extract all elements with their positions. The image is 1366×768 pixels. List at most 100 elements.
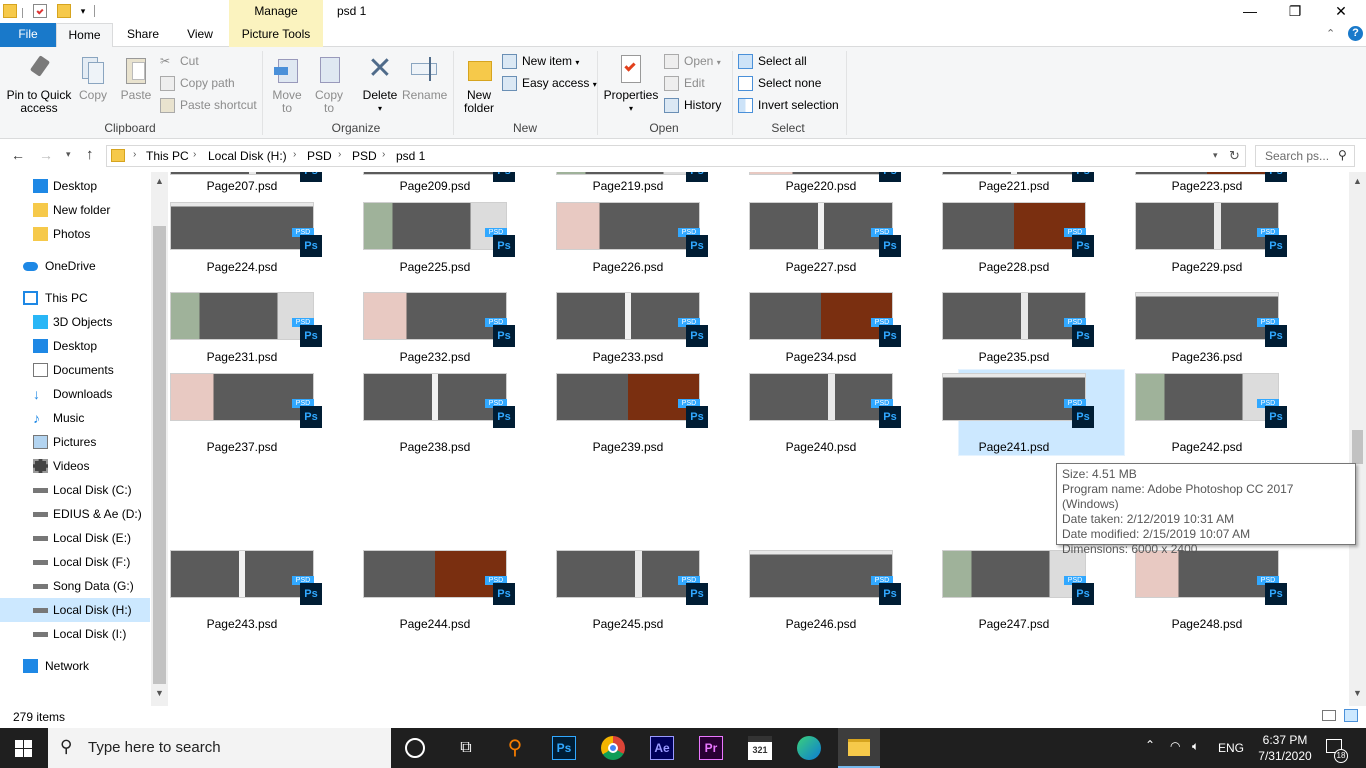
breadcrumb-separator[interactable]: › — [293, 149, 296, 160]
file-item[interactable]: PSD Ps Page243.psd — [168, 172, 322, 631]
scroll-down-icon[interactable]: ▼ — [1353, 688, 1362, 698]
properties-dropdown-icon[interactable]: ▾ — [602, 102, 660, 115]
volume-icon[interactable]: 🔈︎ — [1192, 739, 1199, 754]
details-view-icon[interactable] — [1322, 710, 1336, 721]
easy-access-button[interactable]: Easy access ▾ — [502, 75, 597, 93]
copy-path-button[interactable]: Copy path — [160, 75, 235, 93]
scroll-up-icon[interactable]: ▲ — [1353, 176, 1362, 186]
cortana-icon[interactable] — [405, 738, 425, 758]
copy-button[interactable]: Copy — [76, 53, 110, 102]
minimize-button[interactable]: — — [1227, 0, 1273, 24]
nav-item-3d-objects[interactable]: 3D Objects — [0, 310, 150, 334]
nav-scrollbar[interactable]: ▲ ▼ — [151, 172, 168, 706]
tab-share[interactable]: Share — [118, 23, 168, 47]
nav-item-drive-h-selected[interactable]: Local Disk (H:) — [0, 598, 150, 622]
rename-button[interactable]: Rename — [402, 53, 447, 102]
taskbar-search-input[interactable]: ⚲ Type here to search — [48, 728, 391, 768]
invert-selection-button[interactable]: Invert selection — [738, 97, 839, 115]
nav-item-videos[interactable]: Videos — [0, 454, 150, 478]
address-dropdown-icon[interactable]: ▾ — [1213, 150, 1218, 161]
wifi-icon[interactable]: ◠ — [1170, 739, 1180, 753]
select-none-button[interactable]: Select none — [738, 75, 821, 93]
file-item[interactable]: PSD Ps Page248.psd — [1127, 172, 1287, 631]
tab-view[interactable]: View — [174, 23, 226, 47]
breadcrumb-psd-2[interactable]: PSD — [352, 149, 377, 163]
file-item[interactable]: PSD Ps Page244.psd — [355, 172, 515, 631]
up-arrow-icon[interactable]: ↑ — [86, 146, 94, 163]
photoshop-icon[interactable]: Ps — [552, 736, 576, 760]
scroll-up-icon[interactable]: ▲ — [155, 176, 164, 186]
edit-button[interactable]: Edit — [664, 75, 705, 93]
show-hidden-icons-icon[interactable]: ⌃ — [1145, 738, 1155, 752]
breadcrumb-local-disk-h[interactable]: Local Disk (H:) — [208, 149, 287, 163]
customize-dropdown-icon[interactable]: ▾ — [76, 4, 90, 18]
open-button[interactable]: Open ▾ — [664, 53, 721, 71]
nav-item-photos[interactable]: Photos — [0, 222, 150, 246]
paste-shortcut-button[interactable]: Paste shortcut — [160, 97, 257, 115]
nav-item-drive-i[interactable]: Local Disk (I:) — [0, 622, 150, 646]
new-folder-quick-icon[interactable] — [57, 4, 71, 18]
help-icon[interactable]: ? — [1348, 26, 1363, 41]
breadcrumb-separator[interactable]: › — [338, 149, 341, 160]
premiere-icon[interactable]: Pr — [699, 736, 723, 760]
breadcrumb-separator[interactable]: › — [193, 149, 196, 160]
new-item-button[interactable]: New item ▾ — [502, 53, 579, 71]
tab-home[interactable]: Home — [56, 23, 113, 48]
nav-item-this-pc[interactable]: This PC — [0, 286, 150, 310]
breadcrumb-this-pc[interactable]: This PC — [146, 149, 189, 163]
delete-dropdown-icon[interactable]: ▾ — [358, 102, 402, 115]
history-button[interactable]: History — [664, 97, 721, 115]
large-icons-view-icon[interactable] — [1344, 709, 1358, 722]
nav-item-new-folder[interactable]: New folder — [0, 198, 150, 222]
file-item[interactable]: PSD Ps Page245.psd — [548, 172, 708, 631]
recent-locations-icon[interactable]: ▾ — [66, 149, 71, 160]
nav-item-pictures[interactable]: Pictures — [0, 430, 150, 454]
nav-item-drive-g[interactable]: Song Data (G:) — [0, 574, 150, 598]
select-all-button[interactable]: Select all — [738, 53, 807, 71]
search-app-icon[interactable]: ⚲ — [503, 736, 527, 760]
nav-item-music[interactable]: ♪ Music — [0, 406, 150, 430]
breadcrumb-psd-1[interactable]: psd 1 — [396, 149, 425, 163]
task-view-icon[interactable]: ⧉ — [454, 736, 478, 760]
file-item[interactable]: PSD Ps Page247.psd — [934, 172, 1094, 631]
copy-to-button[interactable]: Copy to — [310, 53, 348, 115]
nav-item-desktop[interactable]: Desktop — [0, 174, 150, 198]
tab-file[interactable]: File — [0, 23, 56, 47]
nav-scroll-thumb[interactable] — [153, 226, 166, 684]
delete-button[interactable]: ✕ Delete ▾ — [358, 53, 402, 115]
forward-arrow-icon[interactable]: → — [39, 147, 53, 163]
close-button[interactable]: ✕ — [1318, 0, 1364, 24]
windows-start-icon[interactable] — [15, 740, 32, 757]
search-input[interactable]: Search ps... ⚲ — [1255, 145, 1355, 167]
address-bar[interactable]: › This PC › Local Disk (H:) › PSD › PSD … — [106, 145, 1246, 167]
nav-item-drive-f[interactable]: Local Disk (F:) — [0, 550, 150, 574]
pin-to-quick-access-button[interactable]: Pin to Quick access — [4, 53, 74, 115]
input-language[interactable]: ENG — [1218, 741, 1244, 755]
scroll-down-icon[interactable]: ▼ — [155, 688, 164, 698]
new-folder-button[interactable]: New folder — [458, 53, 500, 115]
back-arrow-icon[interactable]: ← — [11, 147, 25, 163]
content-scrollbar[interactable]: ▲ ▼ — [1349, 172, 1366, 706]
breadcrumb-psd[interactable]: PSD — [307, 149, 332, 163]
tab-picture-tools[interactable]: Picture Tools — [229, 23, 323, 47]
properties-quick-icon[interactable] — [33, 4, 47, 18]
refresh-icon[interactable]: ↻ — [1229, 148, 1240, 164]
move-to-button[interactable]: Move to — [268, 53, 306, 115]
nav-item-drive-c[interactable]: Local Disk (C:) — [0, 478, 150, 502]
file-explorer-active-bg[interactable] — [838, 728, 880, 768]
chrome-icon[interactable] — [601, 736, 625, 760]
breadcrumb-separator[interactable]: › — [133, 149, 136, 160]
file-item[interactable]: PSD Ps Page246.psd — [741, 172, 901, 631]
nav-item-desktop-2[interactable]: Desktop — [0, 334, 150, 358]
restore-button[interactable]: ❐ — [1272, 0, 1318, 24]
properties-button[interactable]: Properties ▾ — [602, 53, 660, 115]
nav-item-drive-d[interactable]: EDIUS & Ae (D:) — [0, 502, 150, 526]
breadcrumb-separator[interactable]: › — [382, 149, 385, 160]
clock[interactable]: 6:37 PM 7/31/2020 — [1255, 732, 1315, 764]
nav-item-documents[interactable]: Documents — [0, 358, 150, 382]
cut-button[interactable]: ✂ Cut — [160, 53, 199, 71]
paste-button[interactable]: Paste — [116, 53, 156, 102]
edge-icon[interactable] — [797, 736, 821, 760]
collapse-ribbon-icon[interactable]: ⌃ — [1326, 27, 1335, 40]
nav-item-downloads[interactable]: ↓ Downloads — [0, 382, 150, 406]
